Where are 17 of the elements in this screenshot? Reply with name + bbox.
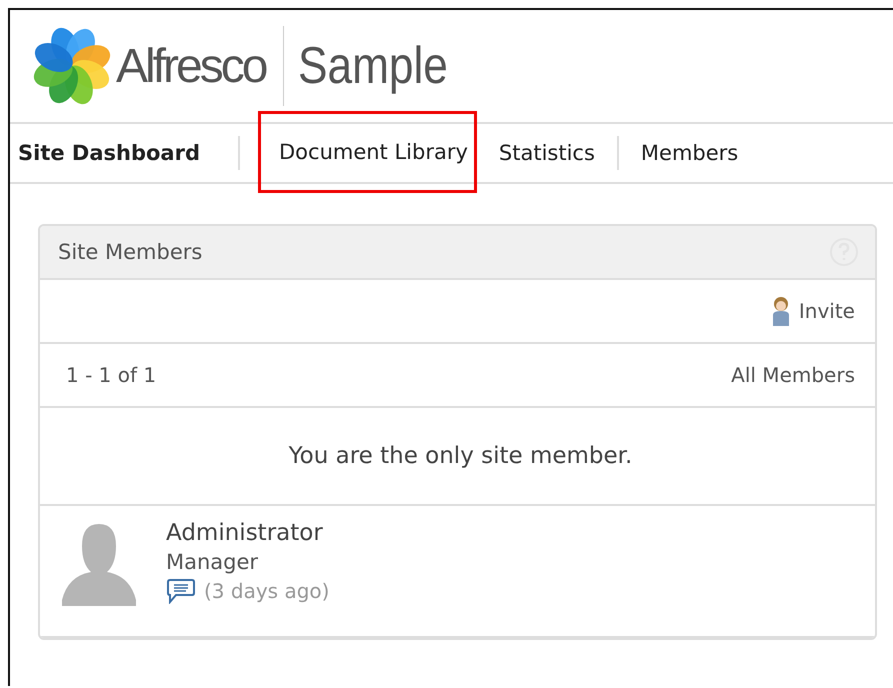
invite-link[interactable]: Invite <box>770 296 855 326</box>
speech-bubble-icon <box>166 578 196 604</box>
logo-icon <box>32 26 112 106</box>
member-name[interactable]: Administrator <box>166 520 330 546</box>
nav-tab[interactable]: Statistics <box>476 141 617 165</box>
nav-tab[interactable]: Document Library <box>258 111 477 193</box>
member-role: Manager <box>166 550 260 574</box>
nav-tab[interactable]: Members <box>618 141 760 165</box>
person-icon <box>770 296 791 326</box>
paging-text: 1 - 1 of 1 <box>66 363 156 387</box>
nav-tab[interactable]: Site Dashboard <box>10 141 238 165</box>
info-message: You are the only site member. <box>288 443 632 469</box>
logo-text: Alfresco <box>116 38 266 94</box>
activity-time: (3 days ago) <box>204 579 330 603</box>
all-members-link[interactable]: All Members <box>731 363 855 387</box>
site-title: Sample <box>298 36 448 96</box>
dashlet-title: Site Members <box>58 240 202 264</box>
